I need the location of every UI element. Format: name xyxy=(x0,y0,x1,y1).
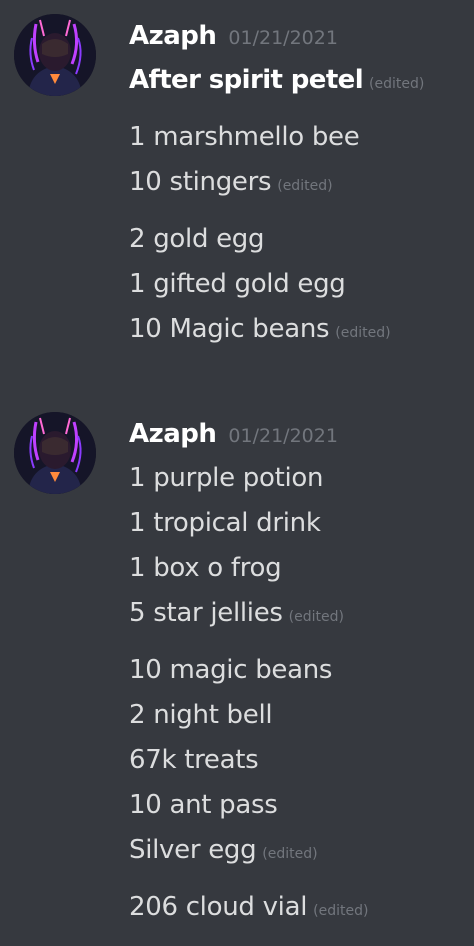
message-line: After spirit petel (edited) xyxy=(129,58,474,107)
message-line: 2 night bell xyxy=(129,693,474,738)
message-group: Azaph 01/21/2021 1 purple potion 1 tropic… xyxy=(0,412,474,934)
edited-label: (edited) xyxy=(277,178,333,194)
message-line: 67k treats xyxy=(129,738,474,783)
message-line: 2 gold egg xyxy=(129,217,474,262)
message-line: 5 star jellies (edited) xyxy=(129,591,474,640)
message-line: Silver egg (edited) xyxy=(129,828,474,877)
message-line: 10 stingers (edited) xyxy=(129,160,474,209)
message-text: 2 gold egg xyxy=(129,224,265,254)
message-line: 1 gifted gold egg xyxy=(129,262,474,307)
message-line: 1 box o frog xyxy=(129,546,474,591)
message-text: 1 gifted gold egg xyxy=(129,269,346,299)
message-line: 206 cloud vial (edited) xyxy=(129,885,474,934)
avatar-image-icon xyxy=(14,412,96,494)
user-avatar[interactable] xyxy=(14,14,96,96)
message-text: After spirit petel xyxy=(129,65,364,95)
message-header: Azaph 01/21/2021 xyxy=(129,412,474,456)
message-line: 1 purple potion xyxy=(129,456,474,501)
message-line: 1 marshmello bee xyxy=(129,115,474,160)
username[interactable]: Azaph xyxy=(129,419,217,449)
message-text: 2 night bell xyxy=(129,700,273,730)
edited-label: (edited) xyxy=(262,846,318,862)
message-line: 1 tropical drink xyxy=(129,501,474,546)
user-avatar[interactable] xyxy=(14,412,96,494)
edited-label: (edited) xyxy=(369,76,425,92)
message-text: 206 cloud vial xyxy=(129,892,308,922)
timestamp: 01/21/2021 xyxy=(228,27,338,49)
message-text: 10 Magic beans xyxy=(129,314,330,344)
message-line: 10 magic beans xyxy=(129,648,474,693)
edited-label: (edited) xyxy=(288,609,344,625)
message-text: 10 stingers xyxy=(129,167,272,197)
edited-label: (edited) xyxy=(335,325,391,341)
avatar-image-icon xyxy=(14,14,96,96)
message-text: 10 ant pass xyxy=(129,790,278,820)
message-header: Azaph 01/21/2021 xyxy=(129,14,474,58)
message-text: Silver egg xyxy=(129,835,257,865)
message-text: 5 star jellies xyxy=(129,598,283,628)
message-text: 1 purple potion xyxy=(129,463,324,493)
message-line: 10 Magic beans (edited) xyxy=(129,307,474,356)
message-text: 10 magic beans xyxy=(129,655,333,685)
username[interactable]: Azaph xyxy=(129,21,217,51)
timestamp: 01/21/2021 xyxy=(228,425,338,447)
message-line: 10 ant pass xyxy=(129,783,474,828)
message-text: 67k treats xyxy=(129,745,259,775)
message-text: 1 marshmello bee xyxy=(129,122,360,152)
edited-label: (edited) xyxy=(313,903,369,919)
message-text: 1 tropical drink xyxy=(129,508,321,538)
message-group: Azaph 01/21/2021 After spirit petel (edite… xyxy=(0,0,474,356)
message-text: 1 box o frog xyxy=(129,553,282,583)
